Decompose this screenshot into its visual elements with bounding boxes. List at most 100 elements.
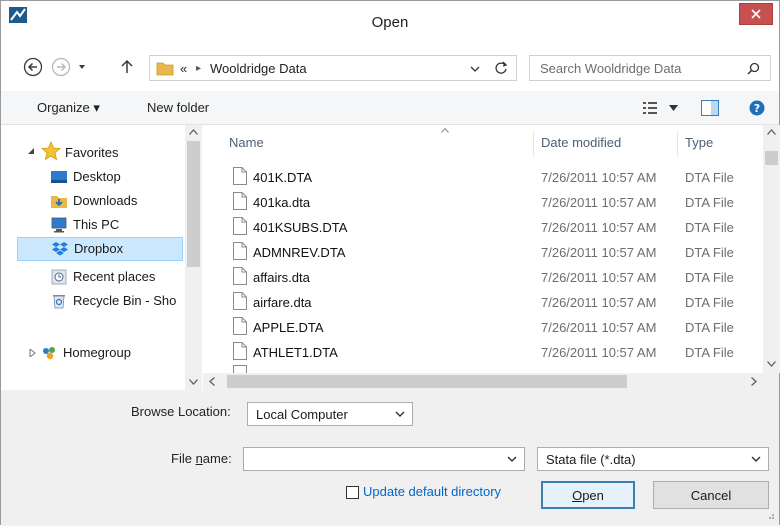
file-list-vscrollbar[interactable] bbox=[763, 125, 780, 373]
file-type-cell: DTA File bbox=[685, 295, 734, 310]
nav-favorites[interactable]: Favorites bbox=[1, 139, 185, 163]
column-divider[interactable] bbox=[533, 131, 534, 157]
sidebar-item-label: Recent places bbox=[73, 269, 156, 284]
sidebar-item-this-pc[interactable]: This PC bbox=[1, 213, 185, 237]
sidebar-item-downloads[interactable]: Downloads bbox=[1, 189, 185, 213]
column-header-date[interactable]: Date modified bbox=[541, 135, 621, 150]
sidebar-scroll-thumb[interactable] bbox=[187, 141, 200, 267]
update-default-checkbox[interactable] bbox=[346, 486, 359, 499]
expand-triangle-icon[interactable] bbox=[27, 147, 35, 155]
scroll-left-icon[interactable] bbox=[209, 377, 215, 386]
scroll-down-icon[interactable] bbox=[189, 379, 198, 385]
table-row[interactable]: ATHLET1.DTA 7/26/2011 10:57 AM DTA File bbox=[227, 340, 757, 364]
file-type-select[interactable]: Stata file (*.dta) bbox=[537, 447, 769, 471]
file-list-hscrollbar[interactable] bbox=[203, 373, 779, 390]
update-default-label[interactable]: Update default directory bbox=[363, 484, 501, 499]
close-button[interactable] bbox=[739, 3, 773, 25]
help-icon[interactable]: ? bbox=[749, 100, 765, 116]
open-button[interactable]: Open bbox=[541, 481, 635, 509]
chevron-down-icon[interactable] bbox=[506, 453, 518, 465]
file-icon bbox=[233, 217, 247, 235]
new-folder-button[interactable]: New folder bbox=[147, 100, 209, 115]
view-options-icon[interactable] bbox=[643, 101, 657, 115]
table-row[interactable]: 401K.DTA 7/26/2011 10:57 AM DTA File bbox=[227, 165, 757, 189]
bottom-panel: Browse Location: Local Computer File nam… bbox=[1, 390, 779, 526]
search-placeholder: Search Wooldridge Data bbox=[540, 61, 682, 76]
breadcrumb-current[interactable]: Wooldridge Data bbox=[210, 61, 307, 76]
file-type-cell: DTA File bbox=[685, 220, 734, 235]
search-icon[interactable] bbox=[747, 62, 760, 75]
preview-pane-icon[interactable] bbox=[701, 100, 719, 116]
sidebar-item-dropbox[interactable]: Dropbox bbox=[17, 237, 183, 261]
table-row[interactable]: affairs.dta 7/26/2011 10:57 AM DTA File bbox=[227, 265, 757, 289]
address-dropdown-icon[interactable] bbox=[470, 64, 480, 74]
recent-locations-button[interactable] bbox=[75, 57, 89, 77]
search-input[interactable]: Search Wooldridge Data bbox=[529, 55, 771, 81]
scroll-up-icon[interactable] bbox=[189, 129, 198, 135]
breadcrumb-separator[interactable]: ▸ bbox=[196, 63, 201, 74]
file-icon bbox=[233, 267, 247, 285]
chevron-down-icon bbox=[751, 456, 761, 462]
table-row[interactable]: 401KSUBS.DTA 7/26/2011 10:57 AM DTA File bbox=[227, 215, 757, 239]
file-type-cell: DTA File bbox=[685, 345, 734, 360]
table-row[interactable]: airfare.dta 7/26/2011 10:57 AM DTA File bbox=[227, 290, 757, 314]
sidebar-item-label: Desktop bbox=[73, 169, 121, 184]
desktop-icon bbox=[51, 171, 67, 183]
scroll-right-icon[interactable] bbox=[751, 377, 757, 386]
file-name-label: File name: bbox=[171, 451, 232, 466]
file-name-cell: 401ka.dta bbox=[253, 195, 311, 210]
sidebar-item-recycle-bin[interactable]: Recycle Bin - Sho bbox=[1, 289, 185, 313]
star-icon bbox=[41, 141, 61, 161]
collapse-triangle-icon[interactable] bbox=[29, 349, 36, 357]
file-date-cell: 7/26/2011 10:57 AM bbox=[541, 320, 657, 335]
column-header-name[interactable]: Name bbox=[229, 135, 264, 150]
file-list-vscroll-thumb[interactable] bbox=[765, 151, 778, 165]
view-dropdown-icon[interactable] bbox=[669, 105, 678, 112]
file-name-cell: ADMNREV.DTA bbox=[253, 245, 346, 260]
file-name-cell: 401K.DTA bbox=[253, 170, 313, 185]
table-row[interactable]: ADMNREV.DTA 7/26/2011 10:57 AM DTA File bbox=[227, 240, 757, 264]
address-bar[interactable]: « ▸ Wooldridge Data bbox=[149, 55, 517, 81]
up-arrow-icon bbox=[121, 59, 133, 73]
sidebar-item-desktop[interactable]: Desktop bbox=[1, 165, 185, 189]
file-date-cell: 7/26/2011 10:57 AM bbox=[541, 345, 657, 360]
command-bar: Organize ▾ New folder ? bbox=[1, 91, 779, 125]
column-header-type[interactable]: Type bbox=[685, 135, 713, 150]
sidebar-item-label: Dropbox bbox=[74, 241, 124, 256]
browse-location-value: Local Computer bbox=[256, 407, 348, 422]
nav-homegroup[interactable]: Homegroup bbox=[1, 341, 185, 365]
file-date-cell: 7/26/2011 10:57 AM bbox=[541, 195, 657, 210]
sidebar-item-label: Downloads bbox=[73, 193, 138, 208]
file-icon bbox=[233, 242, 247, 260]
scroll-up-icon[interactable] bbox=[767, 129, 776, 135]
file-list-hscroll-thumb[interactable] bbox=[227, 375, 627, 388]
browse-location-select[interactable]: Local Computer bbox=[247, 402, 413, 426]
up-button[interactable] bbox=[117, 57, 137, 77]
file-name-cell: affairs.dta bbox=[253, 270, 310, 285]
back-button[interactable] bbox=[23, 57, 43, 77]
breadcrumb-overflow[interactable]: « bbox=[180, 61, 187, 76]
file-type-cell: DTA File bbox=[685, 195, 734, 210]
sidebar-scrollbar[interactable] bbox=[185, 125, 202, 390]
resize-grip-icon[interactable] bbox=[765, 510, 775, 520]
table-row[interactable]: APPLE.DTA 7/26/2011 10:57 AM DTA File bbox=[227, 315, 757, 339]
navigation-pane: Favorites Desktop Downloads This PC Drop… bbox=[1, 125, 203, 390]
sidebar-item-recent-places[interactable]: Recent places bbox=[1, 265, 185, 289]
cancel-button[interactable]: Cancel bbox=[653, 481, 769, 509]
table-row[interactable]: 401ka.dta 7/26/2011 10:57 AM DTA File bbox=[227, 190, 757, 214]
forward-button[interactable] bbox=[51, 57, 71, 77]
column-divider[interactable] bbox=[677, 131, 678, 157]
svg-text:?: ? bbox=[754, 102, 760, 115]
file-name-input[interactable] bbox=[243, 447, 525, 471]
close-icon bbox=[751, 9, 761, 19]
scroll-down-icon[interactable] bbox=[767, 361, 776, 367]
address-row: « ▸ Wooldridge Data Search Wooldridge Da… bbox=[1, 43, 779, 91]
organize-button[interactable]: Organize ▾ bbox=[37, 100, 100, 116]
open-dialog: Open « ▸ Wooldridge Data Search Wooldrid… bbox=[0, 0, 780, 526]
chevron-down-icon bbox=[79, 65, 85, 69]
file-date-cell: 7/26/2011 10:57 AM bbox=[541, 245, 657, 260]
file-icon bbox=[233, 292, 247, 310]
file-type-cell: DTA File bbox=[685, 245, 734, 260]
window-title: Open bbox=[371, 14, 409, 31]
refresh-icon[interactable] bbox=[494, 61, 508, 75]
